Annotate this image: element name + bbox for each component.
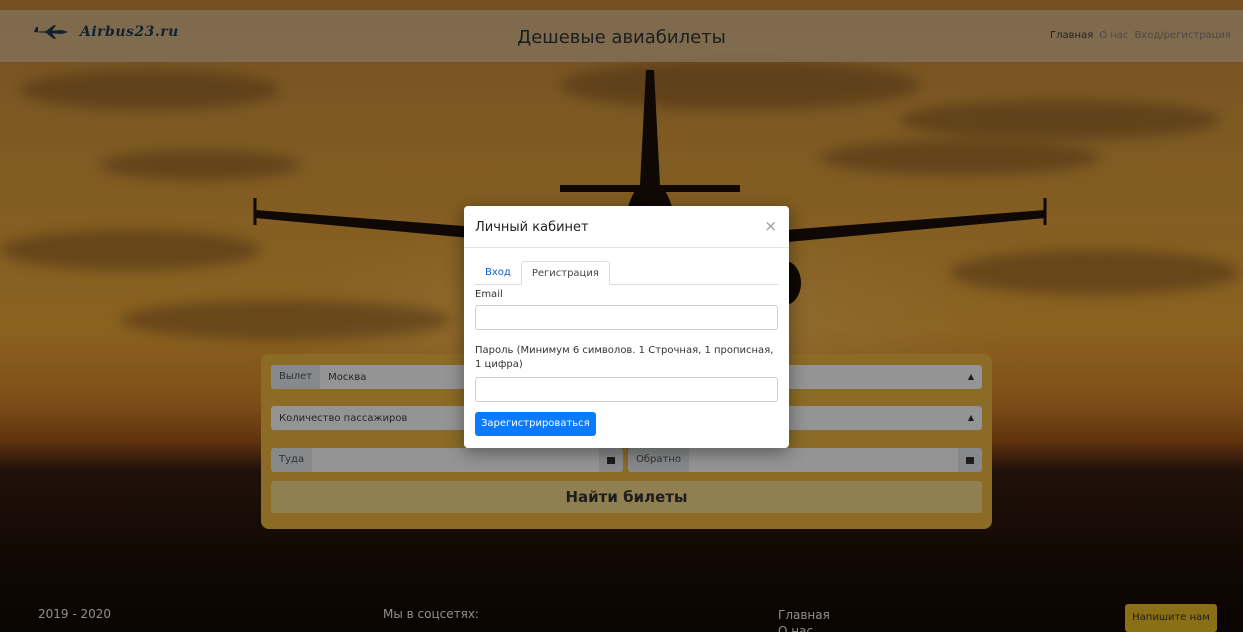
email-label: Email (475, 289, 503, 300)
modal-tabs: Вход Регистрация (475, 261, 778, 285)
password-label: Пароль (Минимум 6 символов. 1 Строчная, … (475, 345, 774, 370)
password-field[interactable] (475, 377, 778, 402)
close-icon[interactable]: × (764, 217, 777, 235)
register-button[interactable]: Зарегистрироваться (475, 412, 596, 436)
account-modal: Личный кабинет × Вход Регистрация Email … (464, 206, 789, 448)
modal-title: Личный кабинет (475, 220, 589, 235)
tab-registration[interactable]: Регистрация (520, 261, 610, 285)
tab-login[interactable]: Вход (475, 261, 521, 284)
modal-header: Личный кабинет × (464, 206, 789, 248)
email-field[interactable] (475, 305, 778, 330)
